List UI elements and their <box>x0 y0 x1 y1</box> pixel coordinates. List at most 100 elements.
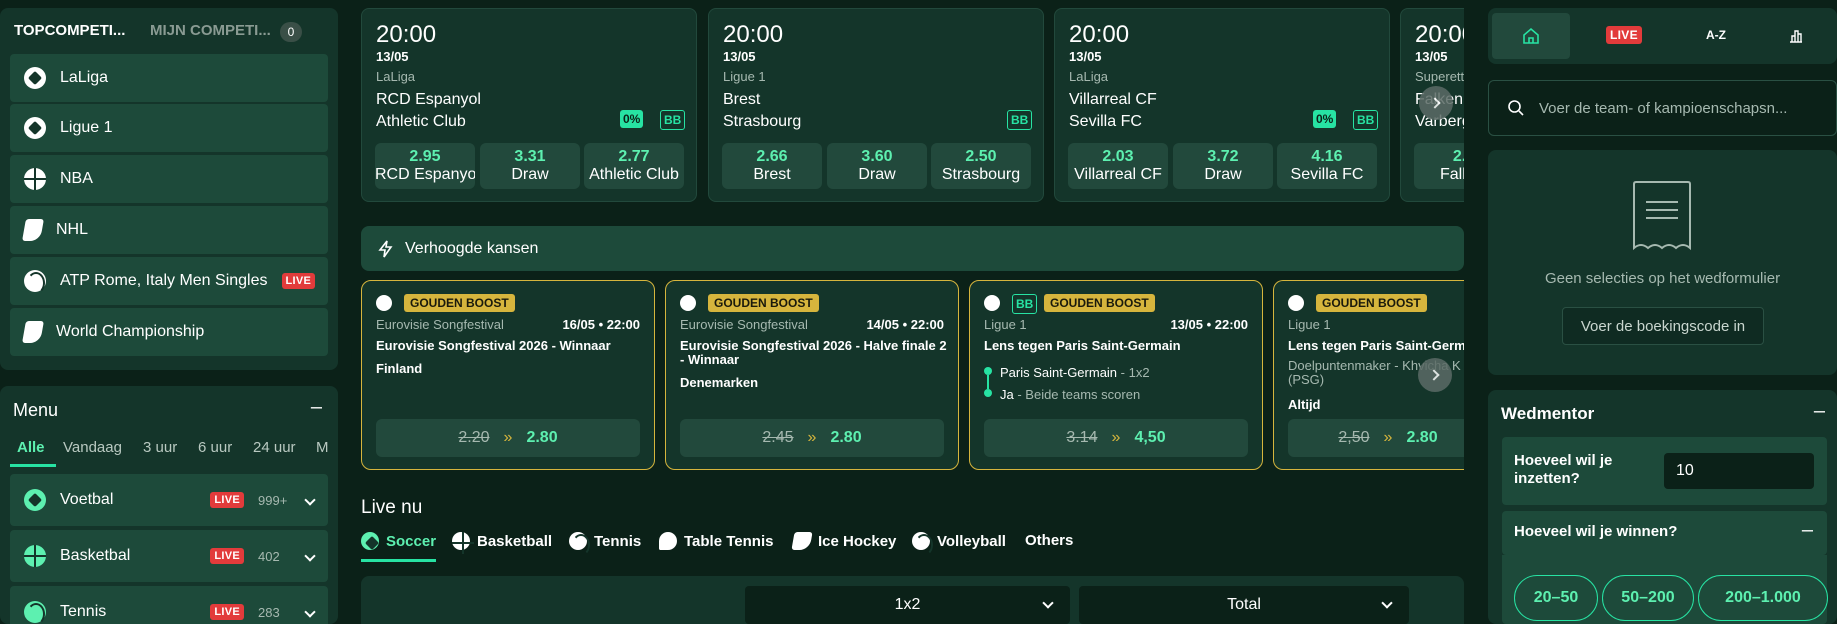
league-label: NBA <box>60 170 93 187</box>
bet-builder-tag: BB <box>660 110 686 130</box>
new-odds: 2.80 <box>526 429 558 446</box>
live-badge: LIVE <box>210 548 244 564</box>
win-collapse-button[interactable]: – <box>1802 519 1813 542</box>
bet-mentor-title: Wedmentor <box>1501 404 1595 423</box>
stats-icon[interactable] <box>1788 28 1804 44</box>
sport-row-voetbal[interactable]: Voetbal LIVE 999+ <box>10 474 328 526</box>
search-icon <box>1508 100 1524 116</box>
odds-value: 3.31 <box>514 148 546 165</box>
boost-price-button[interactable]: 3.14 » 4,50 <box>984 419 1248 457</box>
competition-label: Ligue 1 <box>984 317 1027 332</box>
live-tab-others[interactable]: Others <box>1025 532 1073 549</box>
win-row[interactable]: Hoeveel wil je winnen? – <box>1502 511 1827 555</box>
new-odds: 2.80 <box>1406 429 1438 446</box>
menu-tab-3h[interactable]: 3 uur <box>143 439 177 456</box>
event-title: Lens tegen Paris Saint-Germain <box>984 338 1181 353</box>
market-select-1x2[interactable]: 1x2 <box>745 586 1070 624</box>
chevron-down-icon[interactable] <box>304 550 316 562</box>
boost-card[interactable]: GOUDEN BOOST Eurovisie Songfestival 14/0… <box>665 280 959 470</box>
market-select-total[interactable]: Total <box>1079 586 1409 624</box>
live-tab-basketball[interactable]: Basketball <box>452 532 553 554</box>
az-button[interactable]: A-Z <box>1706 28 1726 42</box>
odds-button[interactable]: 3.60 Draw <box>827 143 927 189</box>
chevron-down-icon[interactable] <box>304 606 316 618</box>
menu-tab-all[interactable]: Alle <box>17 439 45 456</box>
live-events-table: 1x2 Total <box>361 576 1464 624</box>
league-item-world-championship[interactable]: World Championship <box>10 308 328 356</box>
odds-button[interactable]: 4.16 Sevilla FC <box>1277 143 1377 189</box>
odds-button[interactable]: 2.50 Strasbourg <box>931 143 1031 189</box>
tab-label: Table Tennis <box>684 532 774 550</box>
double-arrow-icon: » <box>1383 429 1393 446</box>
tab-label: Soccer <box>386 532 437 550</box>
live-tab-table-tennis[interactable]: Table Tennis <box>659 532 773 550</box>
odds-value: 2.66 <box>756 148 788 165</box>
carousel-next-button[interactable] <box>1418 358 1452 392</box>
league-item-atp-rome[interactable]: ATP Rome, Italy Men Singles LIVE <box>10 257 328 305</box>
bet-mentor-collapse-button[interactable]: – <box>1814 400 1825 423</box>
tab-label: Tennis <box>594 532 642 550</box>
leg-market: - Beide teams scoren <box>1013 387 1141 402</box>
live-now-title: Live nu <box>361 497 423 518</box>
menu-tab-more[interactable]: M <box>316 439 329 456</box>
match-time: 20:00 <box>376 21 437 48</box>
menu-tab-24h[interactable]: 24 uur <box>253 439 296 456</box>
boost-price-button[interactable]: 2.45 » 2.80 <box>680 419 944 457</box>
boosted-odds-header[interactable]: Verhoogde kansen <box>361 226 1464 271</box>
carousel-next-button[interactable] <box>1419 86 1453 120</box>
live-tab-tennis[interactable]: Tennis <box>569 532 642 556</box>
win-range-20-50[interactable]: 20–50 <box>1514 575 1598 621</box>
boost-card[interactable]: BB GOUDEN BOOST Ligue 1 13/05 • 22:00 Le… <box>969 280 1263 470</box>
golden-boost-badge: GOUDEN BOOST <box>708 294 819 312</box>
match-card[interactable]: 20:00 13/05 LaLiga RCD Espanyol Athletic… <box>361 8 697 202</box>
odds-value: 2.0 <box>1452 148 1464 165</box>
event-title: Eurovisie Songfestival 2026 - Winnaar <box>376 338 611 353</box>
match-card[interactable]: 20:00 13/05 Ligue 1 Brest Strasbourg BB … <box>708 8 1044 202</box>
chevron-down-icon[interactable] <box>304 494 316 506</box>
league-item-nhl[interactable]: NHL <box>10 206 328 254</box>
menu-collapse-button[interactable]: – <box>311 396 322 419</box>
search-placeholder: Voer de team- of kampioenschapsn... <box>1539 99 1788 117</box>
tab-my-competitions[interactable]: MIJN COMPETI... <box>150 22 271 39</box>
win-question: Hoeveel wil je winnen? <box>1514 523 1678 540</box>
league-item-ligue1[interactable]: Ligue 1 <box>10 104 328 152</box>
sport-label: Tennis <box>60 603 107 620</box>
odds-button[interactable]: 3.31 Draw <box>480 143 580 189</box>
odds-button[interactable]: 2.66 Brest <box>722 143 822 189</box>
stake-input[interactable]: 10 <box>1664 453 1814 489</box>
sport-row-tennis[interactable]: Tennis LIVE 283 <box>10 586 328 624</box>
booking-code-button[interactable]: Voer de boekingscode in <box>1562 307 1764 345</box>
live-tab-soccer[interactable]: Soccer <box>361 532 436 550</box>
odds-button[interactable]: 3.72 Draw <box>1173 143 1273 189</box>
stake-question: Hoeveel wil je inzetten? <box>1514 452 1613 487</box>
live-button[interactable]: LIVE <box>1606 26 1642 44</box>
odds-button[interactable]: 2.03 Villarreal CF <box>1068 143 1168 189</box>
old-odds: 3.14 <box>1066 429 1098 446</box>
tab-label: Basketball <box>477 532 553 550</box>
betslip-panel: Geen selecties op het wedformulier Voer … <box>1488 150 1837 375</box>
win-range-50-200[interactable]: 50–200 <box>1602 575 1694 621</box>
live-tab-volleyball[interactable]: Volleyball <box>912 532 1006 556</box>
league-item-laliga[interactable]: LaLiga <box>10 54 328 102</box>
sport-row-basketbal[interactable]: Basketbal LIVE 402 <box>10 530 328 582</box>
boost-price-button[interactable]: 2.20 » 2.80 <box>376 419 640 457</box>
boost-price-button[interactable]: 2,50 » 2.80 <box>1288 419 1464 457</box>
odds-button[interactable]: 2.0Falken <box>1414 143 1464 189</box>
match-date: 13/05 <box>1415 49 1448 64</box>
menu-tab-today[interactable]: Vandaag <box>63 439 122 456</box>
odds-button[interactable]: 2.95 RCD Espanyol <box>375 143 475 189</box>
tab-top-competitions[interactable]: TOPCOMPETI... <box>14 22 125 39</box>
boost-card[interactable]: GOUDEN BOOST Eurovisie Songfestival 16/0… <box>361 280 655 470</box>
match-card[interactable]: 20:00 13/05 LaLiga Villarreal CF Sevilla… <box>1054 8 1390 202</box>
league-item-nba[interactable]: NBA <box>10 155 328 203</box>
menu-tab-6h[interactable]: 6 uur <box>198 439 232 456</box>
live-tab-ice-hockey[interactable]: Ice Hockey <box>791 532 896 550</box>
win-range-200-1000[interactable]: 200–1.000 <box>1698 575 1828 621</box>
leg-selection: Paris Saint-Germain <box>1000 365 1118 380</box>
home-button[interactable] <box>1492 13 1570 59</box>
odds-value: 2.77 <box>618 148 650 165</box>
odds-button[interactable]: 2.77 Athletic Club <box>584 143 684 189</box>
match-date: 13/05 <box>376 49 409 64</box>
search-box[interactable]: Voer de team- of kampioenschapsn... <box>1488 80 1837 136</box>
selection: Denemarken <box>680 375 759 390</box>
